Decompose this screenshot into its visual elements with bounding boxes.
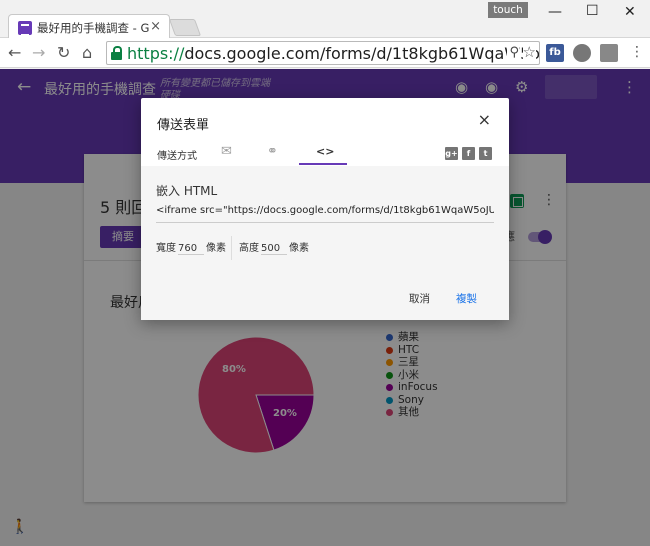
url-text: https://docs.google.com/forms/d/1t8kgb61…	[127, 44, 539, 63]
tab-close-icon[interactable]: ×	[150, 19, 161, 34]
dialog-title: 傳送表單	[157, 118, 210, 133]
browser-tab[interactable]: 最好用的手機調查 - Goog ×	[8, 14, 170, 40]
cancel-button[interactable]: 取消	[409, 291, 430, 306]
dialog-body: 嵌入 HTML <iframe src="https://docs.google…	[141, 166, 509, 320]
embed-code-field[interactable]: <iframe src="https://docs.google.com/for…	[156, 205, 494, 223]
home-icon[interactable]: ⌂	[82, 43, 92, 62]
embed-code-icon[interactable]: <>	[316, 145, 334, 158]
send-via-label: 傳送方式	[157, 151, 197, 162]
copy-button[interactable]: 複製	[456, 291, 477, 306]
maximize-icon[interactable]: ☐	[586, 3, 599, 19]
embed-html-label: 嵌入 HTML	[156, 184, 218, 198]
address-bar[interactable]: https://docs.google.com/forms/d/1t8kgb61…	[106, 41, 540, 65]
facebook-icon[interactable]: f	[462, 147, 475, 160]
lock-icon	[111, 46, 122, 60]
send-form-dialog: 傳送表單 × 傳送方式 ✉ ⚭ <> g+ f t 嵌入 HTML <ifram…	[141, 98, 509, 320]
tab-title: 最好用的手機調查 - Goog	[37, 21, 149, 35]
width-unit: 像素	[206, 243, 226, 254]
browser-titlebar: 最好用的手機調查 - Goog × touch — ☐ ✕	[0, 0, 650, 40]
email-icon[interactable]: ✉	[221, 144, 232, 159]
dialog-close-icon[interactable]: ×	[478, 110, 491, 129]
forms-favicon-icon	[18, 21, 32, 36]
active-tab-indicator	[299, 163, 347, 165]
width-label: 寬度	[156, 243, 176, 254]
bookmark-star-icon[interactable]: ☆	[522, 43, 536, 61]
minimize-icon[interactable]: —	[548, 4, 562, 20]
browser-toolbar: ← → ↻ ⌂ https://docs.google.com/forms/d/…	[0, 38, 650, 68]
twitter-icon[interactable]: t	[479, 147, 492, 160]
height-input[interactable]: 500	[261, 243, 287, 255]
new-tab-button[interactable]	[168, 19, 202, 36]
reload-icon[interactable]: ↻	[57, 43, 70, 62]
width-field-group: 寬度 760 像素	[156, 239, 226, 255]
width-input[interactable]: 760	[178, 243, 204, 255]
touch-label: touch	[488, 2, 528, 18]
height-label: 高度	[239, 243, 259, 254]
window-close-icon[interactable]: ✕	[624, 4, 636, 20]
facebook-extension-icon[interactable]: fb	[546, 44, 564, 62]
dimension-separator	[231, 236, 232, 260]
forward-arrow-icon[interactable]: →	[32, 43, 45, 62]
back-arrow-icon[interactable]: ←	[8, 43, 21, 62]
zoom-icon[interactable]: ⚲	[507, 45, 519, 60]
link-icon[interactable]: ⚭	[267, 144, 278, 159]
google-plus-icon[interactable]: g+	[445, 147, 458, 160]
extension-edit-icon[interactable]	[600, 44, 618, 62]
extension-circle-icon[interactable]	[573, 44, 591, 62]
height-field-group: 高度 500 像素	[239, 239, 309, 255]
height-unit: 像素	[289, 243, 309, 254]
chrome-menu-icon[interactable]: ⋮	[630, 44, 644, 60]
